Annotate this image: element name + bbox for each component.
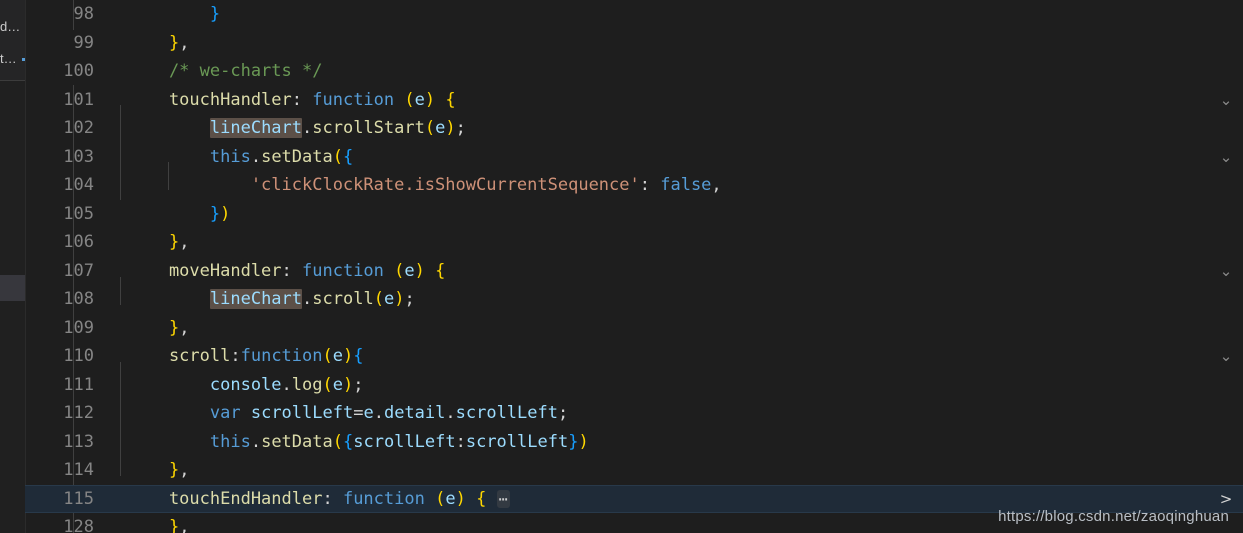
line-number-112[interactable]: 112 [25, 399, 128, 428]
code-line-101[interactable]: 101 ⌄ touchHandler: function (e) { [25, 86, 1243, 115]
code-line-112[interactable]: 112 var scrollLeft=e.detail.scrollLeft; [25, 399, 1243, 428]
code-text-115: touchEndHandler: function (e) { ⋯ [128, 488, 510, 509]
code-text-103: this.setData({ [128, 146, 354, 167]
code-line-100[interactable]: 100 /* we-charts */ [25, 57, 1243, 86]
line-number-110[interactable]: 110 [25, 342, 128, 371]
line-number-107[interactable]: 107 [25, 257, 128, 286]
code-line-106[interactable]: 106 }, [25, 228, 1243, 257]
code-text-105: }) [128, 203, 231, 224]
line-number-99[interactable]: 99 [25, 29, 128, 58]
sidebar-selected-row[interactable] [0, 275, 25, 301]
sidebar-item-0-label: d… [0, 19, 21, 34]
line-number-128[interactable]: 128 [25, 513, 128, 533]
vscode-window: d… t… 98} 99}, 100 /* we-charts */ 101… [0, 0, 1243, 533]
line-number-104[interactable]: 104 [25, 171, 128, 200]
line-number-114[interactable]: 114 [25, 456, 128, 485]
line-number-108[interactable]: 108 [25, 285, 128, 314]
sidebar-explorer-tree[interactable] [0, 81, 25, 533]
line-number-106[interactable]: 106 [25, 228, 128, 257]
code-text-102: lineChart.scrollStart(e); [209, 118, 466, 138]
code-line-111[interactable]: 111 console.log(e); [25, 371, 1243, 400]
line-number-102[interactable]: 102 [25, 114, 128, 143]
code-text-100: /* we-charts */ [128, 61, 323, 81]
code-line-102[interactable]: 102 lineChart.scrollStart(e); [25, 114, 1243, 143]
word-highlight-linechart: lineChart [209, 118, 303, 138]
code-line-109[interactable]: 109 }, [25, 314, 1243, 343]
line-number-98[interactable]: 98 [25, 0, 128, 29]
code-text-113: this.setData({scrollLeft:scrollLeft}) [128, 431, 589, 452]
code-line-108[interactable]: 108 lineChart.scroll(e); [25, 285, 1243, 314]
word-highlight-linechart: lineChart [209, 289, 303, 309]
line-number-115[interactable]: 115 [25, 485, 128, 514]
sidebar-open-editors-panel: d… t… [0, 0, 25, 81]
code-text-128: }, [128, 517, 190, 533]
code-text-107: moveHandler: function (e) { [128, 260, 446, 281]
line-number-109[interactable]: 109 [25, 314, 128, 343]
code-text-101: touchHandler: function (e) { [128, 89, 456, 110]
code-text-112: var scrollLeft=e.detail.scrollLeft; [128, 403, 569, 423]
code-line-113[interactable]: 113 this.setData({scrollLeft:scrollLeft}… [25, 428, 1243, 457]
line-number-100[interactable]: 100 [25, 57, 128, 86]
line-number-113[interactable]: 113 [25, 428, 128, 457]
code-text-108: lineChart.scroll(e); [209, 289, 415, 309]
line-number-105[interactable]: 105 [25, 200, 128, 229]
code-text-110: scroll:function(e){ [128, 346, 364, 366]
code-text-106: }, [128, 232, 190, 252]
folded-region-ellipsis[interactable]: ⋯ [496, 489, 510, 508]
sidebar-item-1-label: t… [0, 51, 17, 66]
code-line-98[interactable]: 98 } [25, 0, 1243, 29]
code-text-99: }, [128, 32, 190, 53]
code-text-111: console.log(e); [128, 374, 364, 395]
code-line-114[interactable]: 114 }, [25, 456, 1243, 485]
line-number-111[interactable]: 111 [25, 371, 128, 400]
code-text-98: } [128, 4, 221, 24]
sidebar-sliver: d… t… [0, 0, 25, 533]
code-line-128[interactable]: 128 }, [25, 513, 1243, 533]
sidebar-item-0[interactable]: d… [0, 16, 25, 38]
code-text-104: 'clickClockRate.isShowCurrentSequence': … [128, 175, 722, 195]
line-number-103[interactable]: 103 [25, 143, 128, 172]
code-text-109: }, [128, 317, 190, 338]
line-number-101[interactable]: 101 [25, 86, 128, 115]
sidebar-item-1[interactable]: t… [0, 48, 25, 70]
code-line-115[interactable]: 115 > touchEndHandler: function (e) { ⋯ [25, 484, 1243, 514]
code-line-105[interactable]: 105 }) [25, 200, 1243, 229]
code-text-114: }, [128, 460, 190, 480]
code-lines: 98 } 99 }, 100 /* we-charts */ 101 ⌄ tou… [25, 0, 1243, 533]
code-editor[interactable]: 98 } 99 }, 100 /* we-charts */ 101 ⌄ tou… [25, 0, 1243, 533]
code-line-99[interactable]: 99 }, [25, 29, 1243, 58]
code-line-104[interactable]: 104 'clickClockRate.isShowCurrentSequenc… [25, 171, 1243, 200]
code-line-103[interactable]: 103 ⌄ this.setData({ [25, 143, 1243, 172]
code-line-110[interactable]: 110 ⌄ scroll:function(e){ [25, 342, 1243, 371]
code-line-107[interactable]: 107 ⌄ moveHandler: function (e) { [25, 257, 1243, 286]
